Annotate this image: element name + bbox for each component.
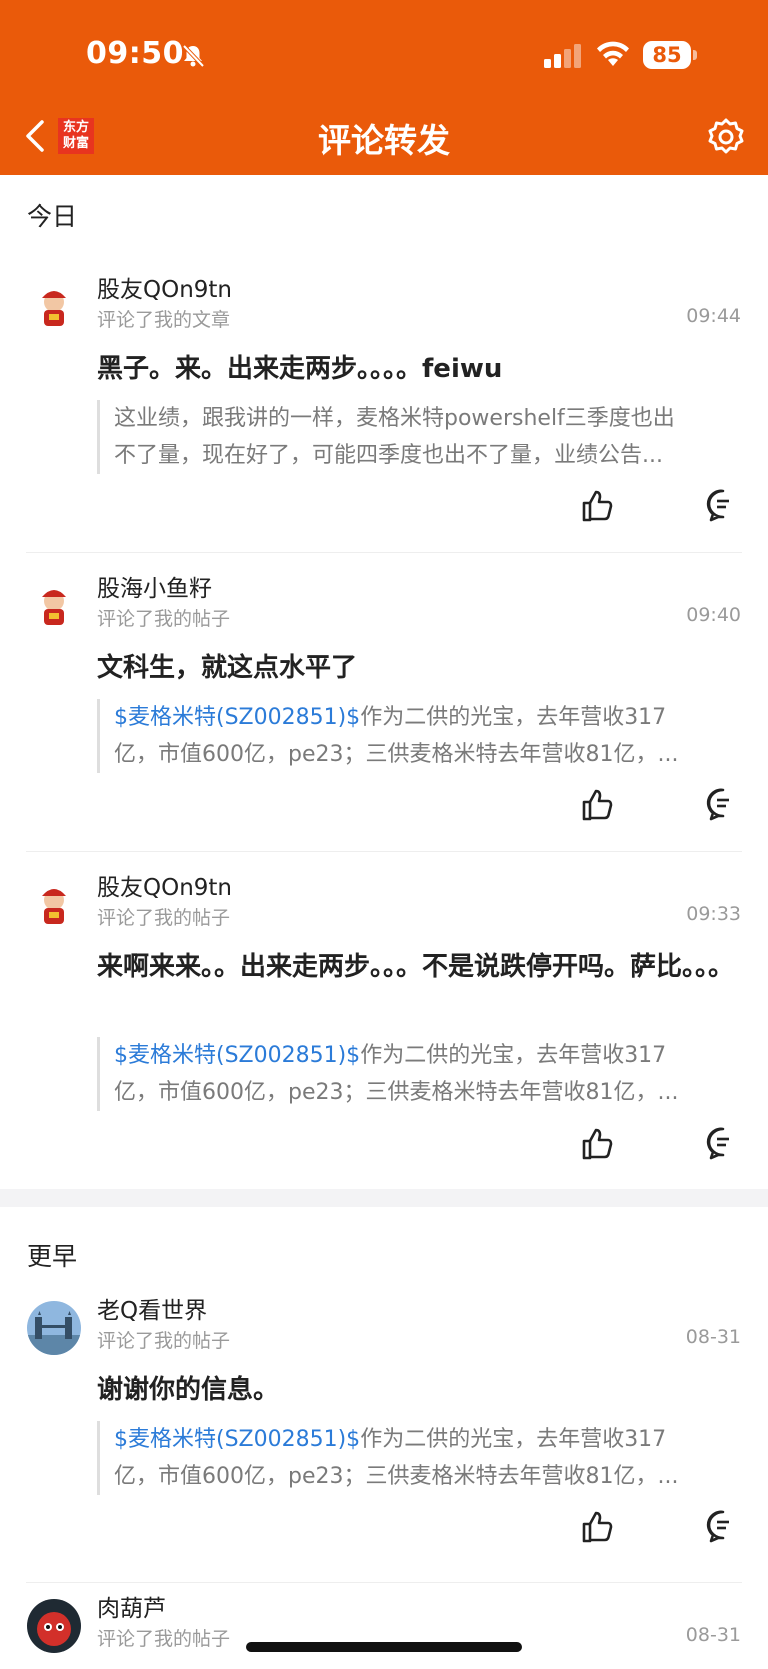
timestamp: 08-31 [685,1624,741,1646]
quote-line-1: $麦格米特(SZ002851)$作为二供的光宝，去年营收317 [114,699,752,736]
reply-icon[interactable] [706,488,740,526]
quote-line-2: 不了量，现在好了，可能四季度也出不了量，业绩公告... [114,443,663,468]
comment-text: 黑子。来。出来走两步。。。。feiwu [97,354,503,384]
battery-tip [693,50,697,60]
quote-text: 这业绩，跟我讲的一样，麦格米特powershelf三季度也出 [114,406,675,431]
stock-link[interactable]: $麦格米特(SZ002851)$ [114,1427,360,1452]
avatar[interactable] [27,579,81,633]
mute-bell-icon [180,43,206,73]
timestamp: 09:44 [686,305,741,327]
username[interactable]: 股友QOn9tn [97,270,232,304]
gear-icon[interactable] [706,117,746,161]
avatar[interactable] [27,280,81,334]
quoted-post[interactable]: $麦格米特(SZ002851)$作为二供的光宝，去年营收317 亿，市值600亿… [97,699,752,773]
section-earlier: 更早 [27,1242,78,1271]
item-separator [26,851,742,852]
quote-text: 作为二供的光宝，去年营收317 [360,1043,667,1068]
reply-icon[interactable] [706,787,740,825]
stock-link[interactable]: $麦格米特(SZ002851)$ [114,1043,360,1068]
action-text: 评论了我的文章 [97,309,231,331]
page-title: 评论转发 [318,121,450,160]
quote-text: 作为二供的光宝，去年营收317 [360,705,667,730]
quoted-post[interactable]: $麦格米特(SZ002851)$作为二供的光宝，去年营收317 亿，市值600亿… [97,1421,752,1495]
like-icon[interactable] [580,488,616,528]
avatar[interactable] [27,1599,81,1653]
timestamp: 08-31 [685,1326,741,1348]
section-divider [0,1189,768,1207]
wifi-icon [596,40,630,72]
like-icon[interactable] [580,787,616,827]
comment-text: 文科生，就这点水平了 [97,653,358,683]
like-icon[interactable] [580,1126,616,1166]
reply-icon[interactable] [706,1126,740,1164]
comment-text: 谢谢你的信息。 [97,1375,280,1405]
like-icon[interactable] [580,1509,616,1549]
quote-line-1: $麦格米特(SZ002851)$作为二供的光宝，去年营收317 [114,1421,752,1458]
username[interactable]: 股友QOn9tn [97,868,232,902]
reply-icon[interactable] [706,1509,740,1547]
quote-line-2: 亿，市值600亿，pe23；三供麦格米特去年营收81亿，... [114,1080,679,1105]
avatar[interactable] [27,878,81,932]
comment-text: 来啊来来。。出来走两步。。。不是说跌停开吗。萨比。。。 [97,952,735,982]
action-text: 评论了我的帖子 [97,907,231,929]
action-text: 评论了我的帖子 [97,608,231,630]
signal-icon [544,44,584,72]
status-time: 09:50 [86,36,184,71]
avatar[interactable] [27,1301,81,1355]
quoted-post[interactable]: $麦格米特(SZ002851)$作为二供的光宝，去年营收317 亿，市值600亿… [97,1037,752,1111]
section-today: 今日 [27,202,78,231]
top-bar: 09:50 85 东方 财富 评论转发 [0,0,768,175]
quote-line-1: 这业绩，跟我讲的一样，麦格米特powershelf三季度也出 [114,400,752,437]
action-text: 评论了我的帖子 [97,1628,231,1650]
quote-line-2: 亿，市值600亿，pe23；三供麦格米特去年营收81亿，... [114,742,679,767]
action-text: 评论了我的帖子 [97,1330,231,1352]
timestamp: 09:33 [686,903,741,925]
username[interactable]: 肉葫芦 [97,1589,166,1623]
quote-line-2: 亿，市值600亿，pe23；三供麦格米特去年营收81亿，... [114,1464,679,1489]
stock-link[interactable]: $麦格米特(SZ002851)$ [114,705,360,730]
timestamp: 09:40 [686,604,741,626]
quote-text: 作为二供的光宝，去年营收317 [360,1427,667,1452]
item-separator [26,552,742,553]
username[interactable]: 老Q看世界 [97,1291,207,1325]
item-separator [26,1582,742,1583]
quoted-post[interactable]: 这业绩，跟我讲的一样，麦格米特powershelf三季度也出 不了量，现在好了，… [97,400,752,474]
quote-line-1: $麦格米特(SZ002851)$作为二供的光宝，去年营收317 [114,1037,752,1074]
battery-indicator: 85 [643,41,691,69]
home-indicator[interactable] [246,1642,522,1652]
username[interactable]: 股海小鱼籽 [97,569,212,603]
